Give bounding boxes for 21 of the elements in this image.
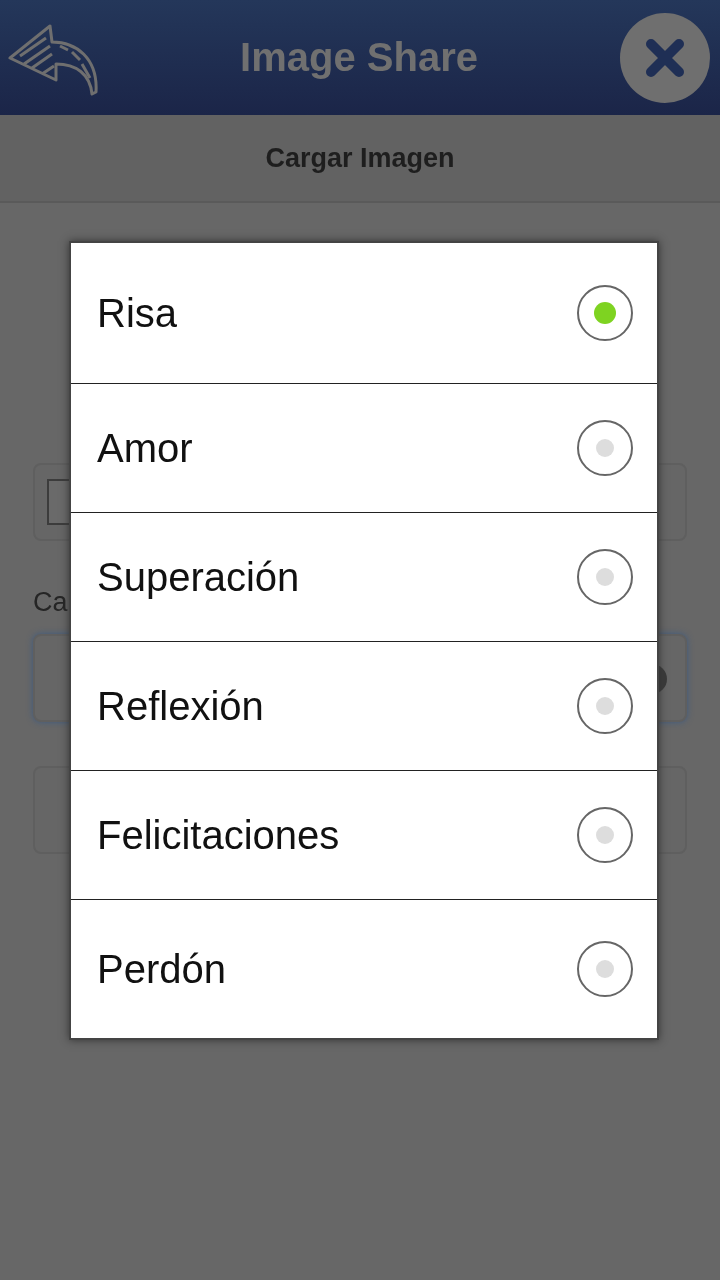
option-item[interactable]: Risa xyxy=(71,243,657,383)
radio-button[interactable] xyxy=(577,678,633,734)
field-label: Ca xyxy=(33,587,69,618)
option-item[interactable]: Felicitaciones xyxy=(71,770,657,899)
option-label: Perdón xyxy=(97,946,226,992)
radio-button[interactable] xyxy=(577,285,633,341)
option-item[interactable]: Reflexión xyxy=(71,641,657,770)
option-label: Reflexión xyxy=(97,683,264,729)
option-item[interactable]: Amor xyxy=(71,383,657,512)
radio-button[interactable] xyxy=(577,549,633,605)
app-title: Image Share xyxy=(240,35,478,80)
radio-button[interactable] xyxy=(577,807,633,863)
option-label: Amor xyxy=(97,425,193,471)
option-label: Felicitaciones xyxy=(97,812,340,858)
subheader-title: Cargar Imagen xyxy=(265,142,455,174)
radio-button[interactable] xyxy=(577,941,633,997)
option-item[interactable]: Perdón xyxy=(71,899,657,1038)
radio-button[interactable] xyxy=(577,420,633,476)
option-label: Superación xyxy=(97,554,300,600)
option-label: Risa xyxy=(97,290,178,336)
option-item[interactable]: Superación xyxy=(71,512,657,641)
